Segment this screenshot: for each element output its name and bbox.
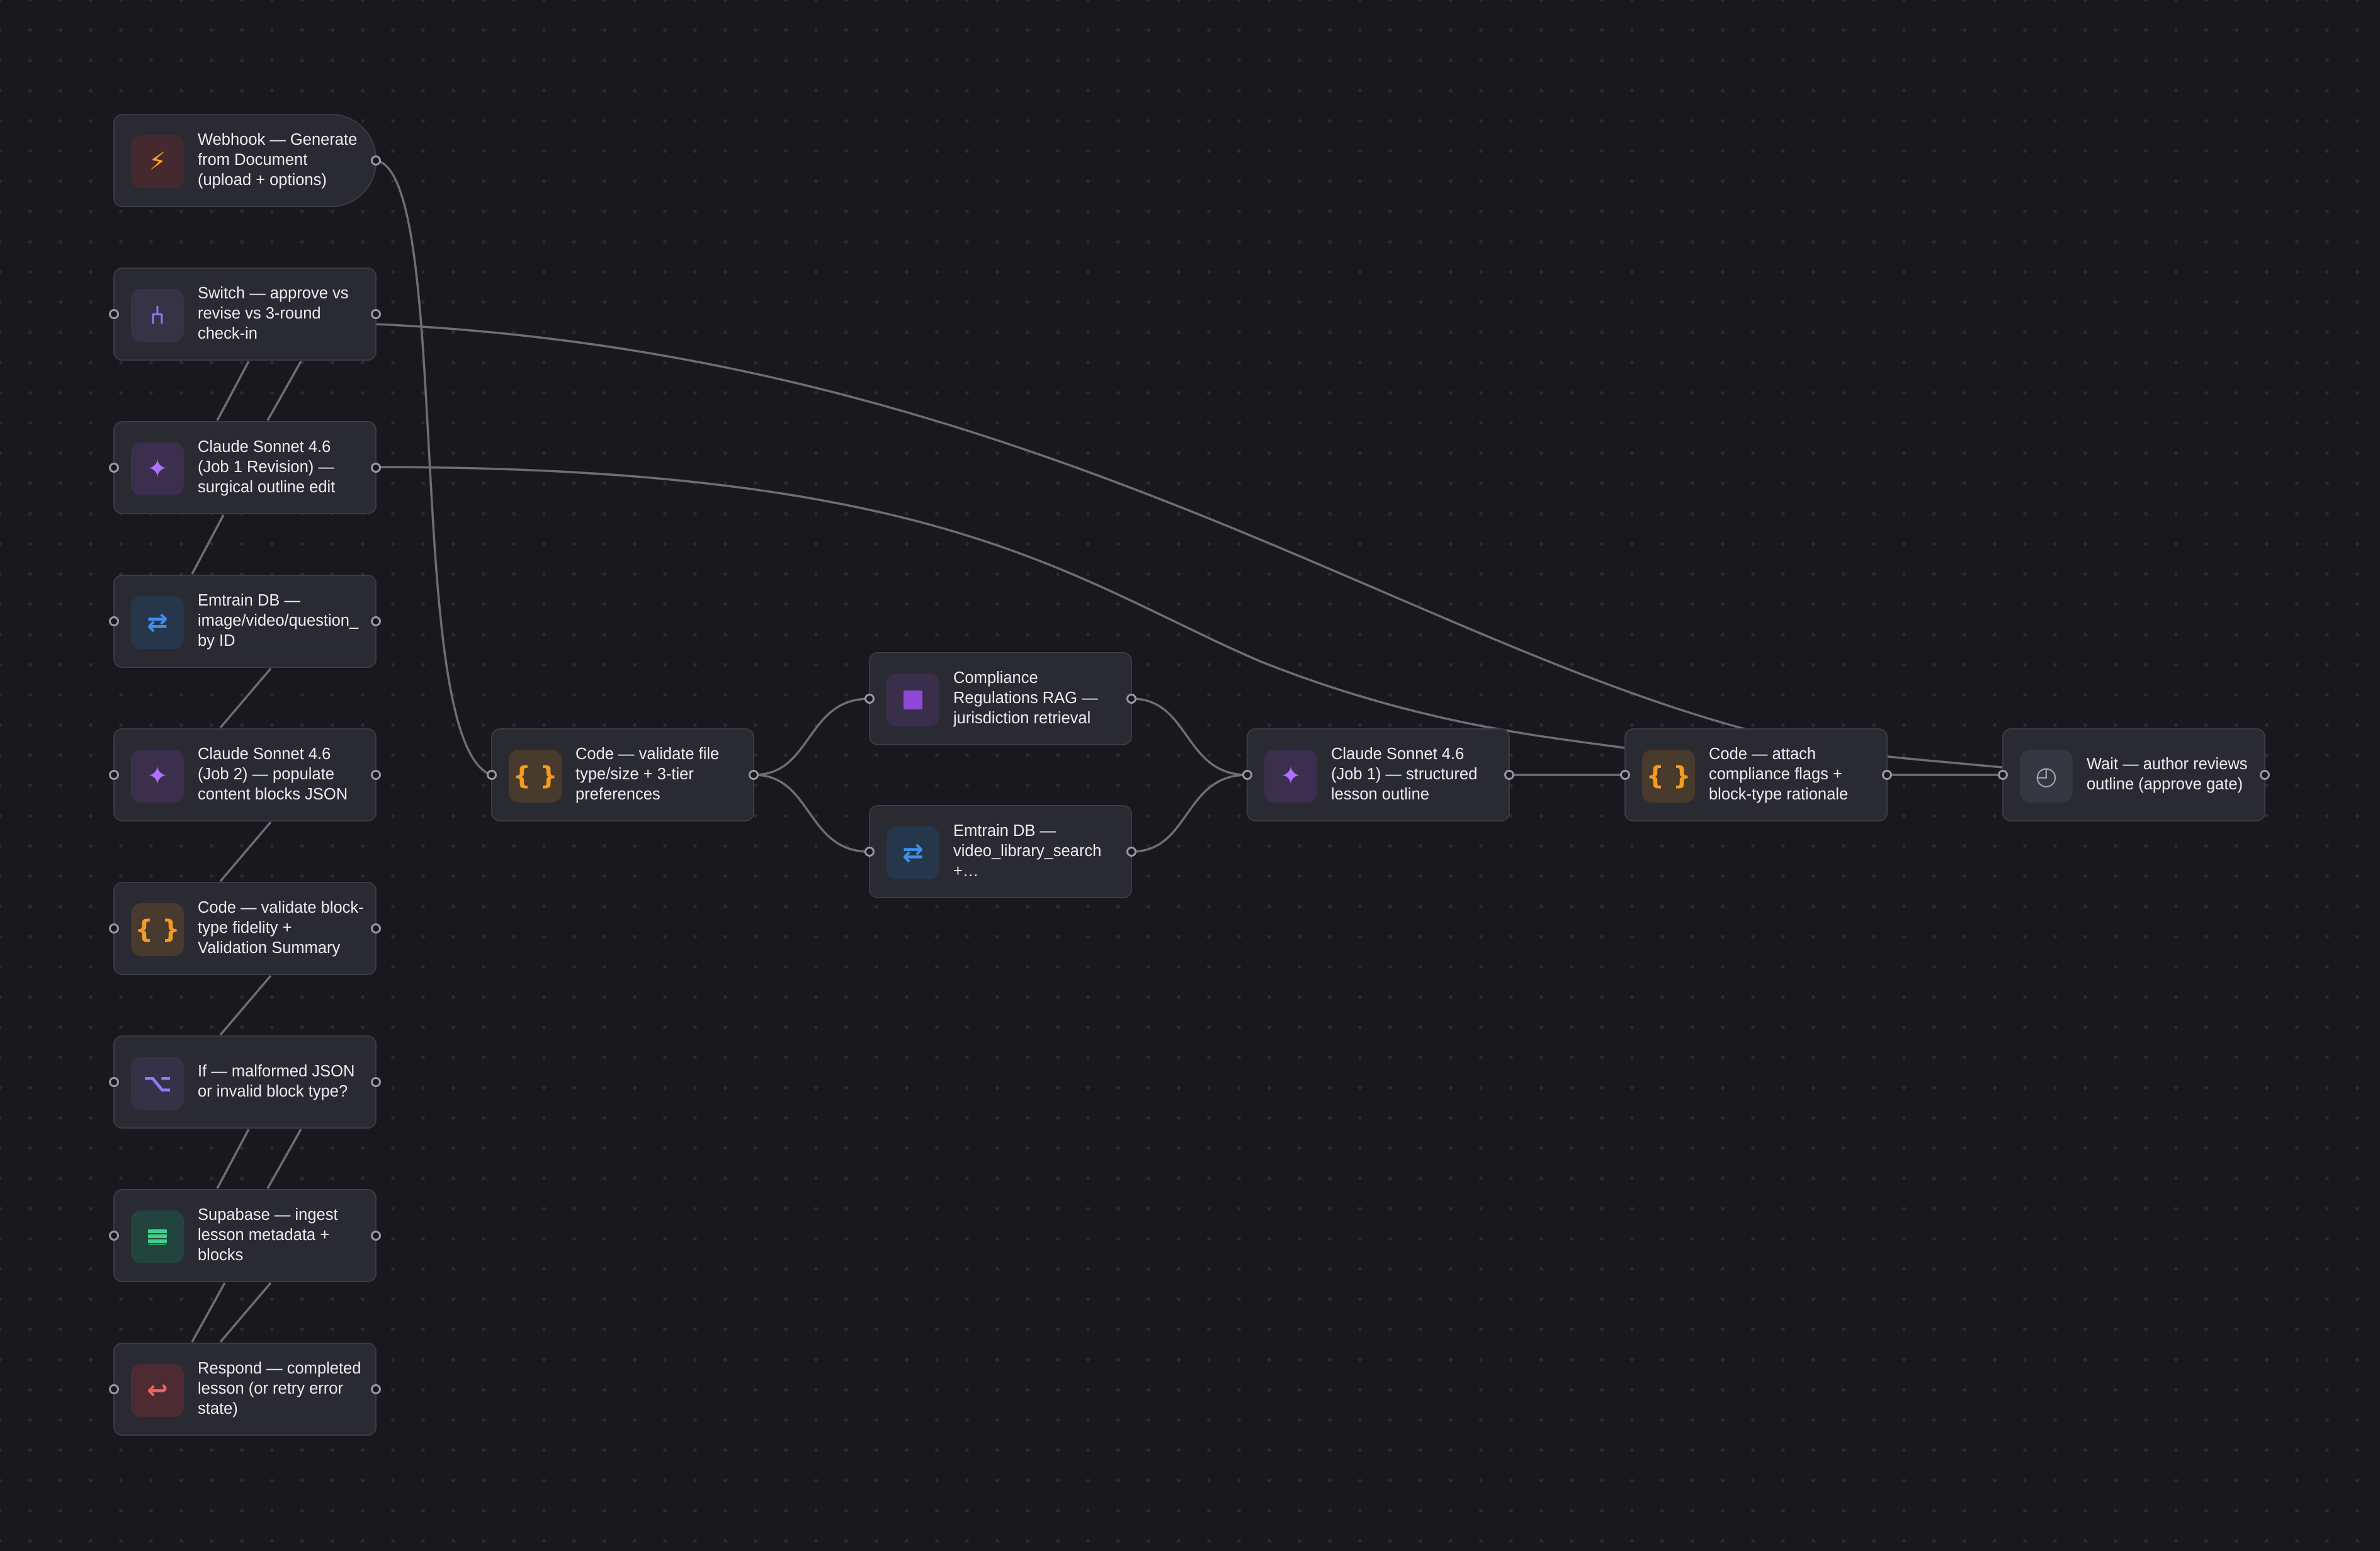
output-port[interactable] xyxy=(371,923,381,933)
edge-wait-to-switch xyxy=(376,323,2003,769)
node-label: Respond — completed lesson (or retry err… xyxy=(198,1360,361,1418)
node-label: Compliance Regulations RAG — jurisdictio… xyxy=(953,669,1098,727)
output-port[interactable] xyxy=(371,1384,381,1394)
node-label: Code — attach compliance flags + block-t… xyxy=(1709,745,1849,803)
node-respond[interactable]: ↩ Respond — completed lesson (or retry e… xyxy=(109,1343,381,1436)
node-label: Claude Sonnet 4.6 (Job 1) — structured l… xyxy=(1331,745,1478,803)
node-label: Supabase — ingest lesson metadata + bloc… xyxy=(198,1206,338,1264)
node-compliance-rag[interactable]: Compliance Regulations RAG — jurisdictio… xyxy=(864,652,1136,745)
node-claude-job2[interactable]: ✦ Claude Sonnet 4.6 (Job 2) — populate c… xyxy=(109,728,381,821)
node-label: Claude Sonnet 4.6 (Job 2) — populate con… xyxy=(198,745,348,803)
node-code-validate[interactable]: { } Code — validate file type/size + 3-t… xyxy=(487,728,759,821)
output-port[interactable] xyxy=(371,155,381,166)
sparkle-icon: ✦ xyxy=(131,750,184,803)
rag-icon xyxy=(887,674,939,726)
sparkle-icon: ✦ xyxy=(131,443,184,495)
sparkle-icon: ✦ xyxy=(1264,750,1317,803)
node-webhook[interactable]: ⚡ Webhook — Generate from Document (uplo… xyxy=(113,114,381,207)
input-port[interactable] xyxy=(109,616,119,626)
output-port[interactable] xyxy=(371,1077,381,1087)
edge-supabase-to-respond-1 xyxy=(191,1282,226,1343)
node-code-attach[interactable]: { } Code — attach compliance flags + blo… xyxy=(1620,728,1892,821)
input-port[interactable] xyxy=(109,1231,119,1241)
node-label: Switch — approve vs revise vs 3-round ch… xyxy=(198,285,349,342)
node-claude-revision[interactable]: ✦ Claude Sonnet 4.6 (Job 1 Revision) — s… xyxy=(109,421,381,514)
input-port[interactable] xyxy=(487,770,497,780)
node-label: Webhook — Generate from Document (upload… xyxy=(198,131,358,189)
output-port[interactable] xyxy=(1126,694,1136,704)
node-label: Code — validate file type/size + 3-tier … xyxy=(575,745,720,803)
input-port[interactable] xyxy=(1242,770,1252,780)
node-label: Code — validate block-type fidelity + Va… xyxy=(198,899,364,957)
node-emtrain-by-id[interactable]: ⇄ Emtrain DB — image/video/question_by I… xyxy=(109,575,381,668)
lightning-icon: ⚡ xyxy=(131,135,184,188)
edge-switch-to-claude-rev-1 xyxy=(216,361,250,421)
input-port[interactable] xyxy=(109,463,119,473)
output-port[interactable] xyxy=(2260,770,2270,780)
edge-if-to-supabase-2 xyxy=(266,1129,302,1189)
edge-code-fidelity-to-if xyxy=(219,974,272,1036)
output-port[interactable] xyxy=(1882,770,1892,780)
braces-icon: { } xyxy=(131,903,184,956)
output-port[interactable] xyxy=(371,1231,381,1241)
node-code-fidelity[interactable]: { } Code — validate block-type fidelity … xyxy=(109,882,381,975)
node-wait-approve[interactable]: ◴ Wait — author reviews outline (approve… xyxy=(1998,728,2270,821)
edge-claude-job2-to-code-fidelity xyxy=(219,821,272,883)
input-port[interactable] xyxy=(109,923,119,933)
node-label: If — malformed JSON or invalid block typ… xyxy=(198,1063,355,1100)
node-label: Wait — author reviews outline (approve g… xyxy=(2087,755,2248,793)
workflow-canvas[interactable]: ⚡ Webhook — Generate from Document (uplo… xyxy=(0,0,2380,1551)
node-claude-job1[interactable]: ✦ Claude Sonnet 4.6 (Job 1) — structured… xyxy=(1242,728,1514,821)
node-label: Emtrain DB — image/video/question_by ID xyxy=(198,592,359,650)
output-port[interactable] xyxy=(371,770,381,780)
edge-emtrain-video-to-claude-job1 xyxy=(1131,774,1247,853)
input-port[interactable] xyxy=(109,309,119,319)
node-supabase[interactable]: Supabase — ingest lesson metadata + bloc… xyxy=(109,1189,381,1282)
input-port[interactable] xyxy=(109,1077,119,1087)
branch-icon: ⌥ xyxy=(131,1057,184,1110)
database-icon xyxy=(131,1210,184,1263)
input-port[interactable] xyxy=(1998,770,2008,780)
clock-icon: ◴ xyxy=(2020,750,2073,803)
edge-supabase-to-respond-2 xyxy=(219,1282,272,1343)
output-port[interactable] xyxy=(1504,770,1514,780)
arrows-icon: ⇄ xyxy=(887,826,939,879)
braces-icon: { } xyxy=(509,750,562,803)
return-icon: ↩ xyxy=(131,1364,184,1417)
input-port[interactable] xyxy=(1620,770,1630,780)
node-switch[interactable]: ⑃ Switch — approve vs revise vs 3-round … xyxy=(109,268,381,361)
input-port[interactable] xyxy=(109,1384,119,1394)
arrows-icon: ⇄ xyxy=(131,596,184,649)
output-port[interactable] xyxy=(371,309,381,319)
output-port[interactable] xyxy=(749,770,759,780)
input-port[interactable] xyxy=(864,694,875,704)
edge-webhook-to-code-validate xyxy=(376,159,492,776)
braces-icon: { } xyxy=(1642,750,1695,803)
edge-emtrain-id-to-claude-job2 xyxy=(219,667,272,729)
node-if-malformed[interactable]: ⌥ If — malformed JSON or invalid block t… xyxy=(109,1035,381,1129)
edge-rag-to-claude-job1 xyxy=(1131,697,1247,776)
edge-code-validate-to-emtrain-video xyxy=(754,774,870,853)
node-label: Emtrain DB — video_library_search +… xyxy=(953,822,1102,880)
input-port[interactable] xyxy=(109,770,119,780)
output-port[interactable] xyxy=(371,616,381,626)
input-port[interactable] xyxy=(864,847,875,857)
node-label: Claude Sonnet 4.6 (Job 1 Revision) — sur… xyxy=(198,438,336,496)
output-port[interactable] xyxy=(1126,847,1136,857)
edge-switch-to-claude-rev-2 xyxy=(266,361,302,421)
node-emtrain-video-search[interactable]: ⇄ Emtrain DB — video_library_search +… xyxy=(864,805,1136,898)
edge-if-to-supabase-1 xyxy=(216,1129,250,1189)
switch-icon: ⑃ xyxy=(131,289,184,342)
output-port[interactable] xyxy=(371,463,381,473)
edge-claude-rev-to-emtrain-id xyxy=(191,514,225,575)
edge-code-validate-to-rag xyxy=(754,697,870,776)
